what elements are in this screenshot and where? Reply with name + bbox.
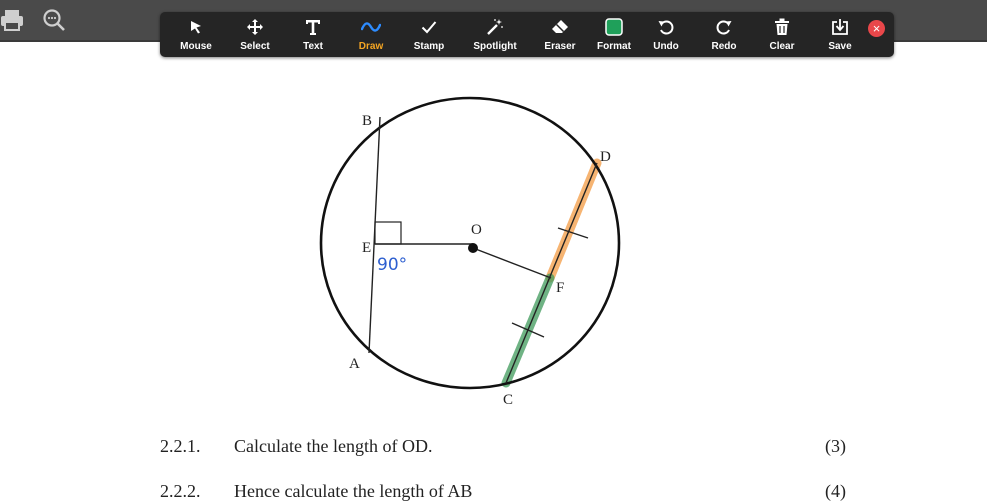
tool-label: Save xyxy=(828,41,852,52)
tool-label: Undo xyxy=(653,41,679,52)
squiggle-icon xyxy=(361,22,381,32)
tool-label: Format xyxy=(597,41,631,52)
question-text: Calculate the length of OD. xyxy=(234,436,433,456)
tool-clear[interactable]: Clear xyxy=(756,16,808,56)
checkmark-icon xyxy=(421,21,437,34)
color-square-icon xyxy=(605,18,623,36)
tool-label: Spotlight xyxy=(473,41,517,52)
tool-label: Stamp xyxy=(413,41,445,52)
text-t-icon xyxy=(306,20,320,35)
circle-geometry-diagram: B D O E F A C 90° xyxy=(319,96,621,408)
question-number: 2.2.1. xyxy=(160,436,201,456)
tool-select[interactable]: Select xyxy=(229,16,281,56)
tool-label: Select xyxy=(240,41,270,52)
right-angle-mark xyxy=(374,221,402,245)
tool-mouse[interactable]: Mouse xyxy=(170,16,222,56)
tool-draw[interactable]: Draw xyxy=(345,16,397,56)
move-arrows-icon xyxy=(247,19,263,35)
label-b: B xyxy=(362,113,372,129)
chord-cd xyxy=(505,162,598,384)
eraser-icon xyxy=(552,20,568,33)
tool-label: Draw xyxy=(358,41,384,52)
question-marks: (3) xyxy=(825,436,846,456)
tool-label: Text xyxy=(303,41,323,52)
angle-annotation: 90° xyxy=(377,255,407,275)
center-point xyxy=(468,243,478,253)
label-o: O xyxy=(471,222,482,238)
close-toolbar-button[interactable]: × xyxy=(868,20,885,37)
tool-eraser[interactable]: Eraser xyxy=(534,16,586,56)
cursor-arrow-icon xyxy=(191,21,201,34)
tool-label: Clear xyxy=(769,41,795,52)
magic-wand-icon xyxy=(487,19,503,35)
tool-stamp[interactable]: Stamp xyxy=(403,16,455,56)
label-f: F xyxy=(556,280,564,296)
tool-redo[interactable]: Redo xyxy=(698,16,750,56)
tool-label: Eraser xyxy=(544,41,576,52)
tool-spotlight[interactable]: Spotlight xyxy=(469,16,521,56)
redo-icon xyxy=(716,20,732,35)
print-icon[interactable] xyxy=(0,8,24,32)
trash-icon xyxy=(775,18,789,35)
segment-of xyxy=(472,247,552,279)
tool-label: Redo xyxy=(711,41,737,52)
tool-undo[interactable]: Undo xyxy=(640,16,692,56)
label-e: E xyxy=(362,240,371,256)
zoom-icon[interactable] xyxy=(42,8,66,32)
tool-format[interactable]: Format xyxy=(588,16,640,56)
tool-save[interactable]: Save xyxy=(814,16,866,56)
viewer-left-tools xyxy=(0,8,66,32)
save-download-icon xyxy=(832,19,848,35)
tool-text[interactable]: Text xyxy=(287,16,339,56)
tool-label: Mouse xyxy=(180,41,212,52)
annotation-toolbar: Mouse Select Text Draw Stamp Spotlight E… xyxy=(160,12,894,57)
undo-icon xyxy=(658,20,674,35)
label-c: C xyxy=(503,392,513,408)
label-a: A xyxy=(349,356,360,372)
label-d: D xyxy=(600,149,611,165)
